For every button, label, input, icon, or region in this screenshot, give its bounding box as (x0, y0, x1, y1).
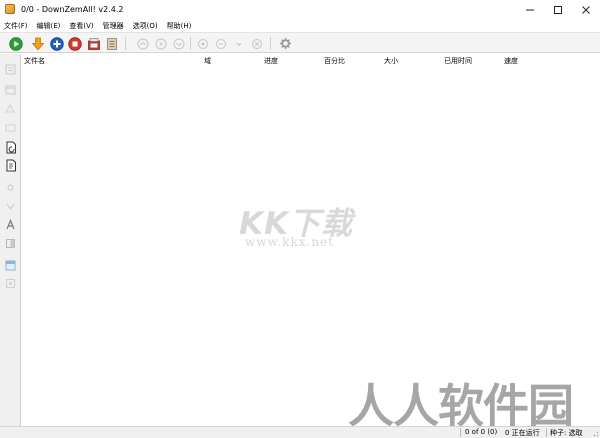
stop-button[interactable] (67, 36, 82, 51)
minimize-button[interactable] (516, 0, 544, 19)
open-file-icon (5, 85, 16, 95)
add-button[interactable] (49, 36, 64, 51)
sidebar-redownload-button[interactable] (3, 140, 18, 155)
status-divider (546, 428, 547, 437)
status-bar: 0 of 0 (0) 0 正在运行 种子: 选取 (0, 426, 600, 438)
priority-down-button[interactable] (231, 36, 246, 51)
left-sidebar (0, 54, 21, 426)
close-icon (582, 5, 590, 14)
queue-button[interactable] (86, 36, 101, 51)
download-arrow-icon (31, 37, 44, 50)
column-elapsed-time[interactable]: 已用时间 (444, 56, 472, 66)
move-up-button[interactable] (153, 36, 168, 51)
minimize-icon (526, 9, 534, 10)
clipboard-button[interactable] (104, 36, 119, 51)
status-divider (460, 428, 461, 437)
toolbar-separator (125, 37, 126, 50)
toolbar-separator (270, 37, 271, 50)
menu-help[interactable]: 帮助(H) (167, 21, 192, 31)
move-down-button[interactable] (171, 36, 186, 51)
remove-icon (251, 38, 262, 49)
column-progress[interactable]: 进度 (264, 56, 278, 66)
priority-up-button[interactable] (213, 36, 228, 51)
watermark-logo: KK下载 (239, 206, 354, 242)
title-bar: 0/0 - DownZemAll! v2.4.2 (0, 0, 600, 19)
settings-gear-icon (279, 37, 292, 50)
toolbar (0, 32, 600, 53)
download-button[interactable] (30, 36, 45, 51)
column-filename[interactable]: 文件名 (24, 56, 45, 66)
priority-up-icon (215, 38, 226, 49)
resume-icon (8, 36, 23, 51)
maximize-icon (554, 5, 562, 14)
resize-grip-icon[interactable] (591, 429, 599, 437)
menu-view[interactable]: 查看(V) (69, 21, 93, 31)
image-icon (5, 260, 16, 271)
move-up-icon (155, 38, 166, 49)
copy-icon (6, 239, 15, 248)
sidebar-folder-button[interactable] (3, 101, 18, 116)
watermark-overlay: KK下载 www.kkx.net 人人软件园 (21, 54, 600, 433)
move-bottom-button[interactable] (195, 36, 210, 51)
menu-options[interactable]: 选项(O) (133, 21, 158, 31)
stop-icon (67, 36, 82, 51)
column-speed[interactable]: 速度 (504, 56, 518, 66)
move-top-icon (137, 38, 148, 49)
sidebar-properties-button[interactable] (3, 276, 18, 291)
menu-file[interactable]: 文件(F) (4, 21, 28, 31)
status-running: 0 正在运行 (505, 429, 540, 437)
download-list[interactable]: 文件名 域 进度 百分比 大小 已用时间 速度 KK下载 www.kkx.net… (21, 54, 600, 433)
move-top-button[interactable] (135, 36, 150, 51)
list-header: 文件名 域 进度 百分比 大小 已用时间 速度 (21, 54, 600, 67)
font-icon (6, 219, 15, 230)
sidebar-image-button[interactable] (3, 258, 18, 273)
blank-icon (5, 124, 16, 132)
toolbar-separator (190, 37, 191, 50)
add-icon (49, 36, 64, 51)
properties-icon (6, 279, 15, 288)
redownload-file-icon (6, 141, 16, 154)
priority-down-icon (236, 42, 241, 46)
move-bottom-icon (197, 38, 208, 49)
column-size[interactable]: 大小 (384, 56, 398, 66)
queue-icon (87, 37, 100, 50)
menu-bar: 文件(F) 编辑(E) 查看(V) 管理器 选项(O) 帮助(H) (0, 19, 600, 32)
window-controls (516, 0, 600, 19)
column-percent[interactable]: 百分比 (324, 56, 345, 66)
clipboard-icon (106, 37, 117, 50)
status-torrent: 种子: 选取 (550, 429, 583, 437)
menu-manager[interactable]: 管理器 (103, 21, 124, 31)
menu-edit[interactable]: 编辑(E) (37, 21, 61, 31)
folder-icon (5, 103, 15, 113)
link-icon (7, 184, 14, 191)
sidebar-open-file-button[interactable] (3, 82, 18, 97)
settings-button[interactable] (278, 36, 293, 51)
column-domain[interactable]: 域 (204, 56, 211, 66)
sidebar-filter-button[interactable] (3, 199, 18, 214)
status-counts: 0 of 0 (0) (465, 428, 498, 436)
close-button[interactable] (572, 0, 600, 19)
sidebar-link-button[interactable] (3, 180, 18, 195)
window-title: 0/0 - DownZemAll! v2.4.2 (21, 5, 124, 14)
filter-icon (6, 203, 15, 210)
maximize-button[interactable] (544, 0, 572, 19)
rename-file-icon (6, 159, 16, 172)
app-icon (4, 3, 16, 16)
sidebar-font-button[interactable] (3, 217, 18, 232)
sidebar-copy-button[interactable] (3, 236, 18, 251)
remove-button[interactable] (249, 36, 264, 51)
watermark-url: www.kkx.net (245, 235, 334, 249)
move-down-icon (173, 38, 184, 49)
sidebar-rename-button[interactable] (3, 158, 18, 173)
sidebar-blank-button[interactable] (3, 120, 18, 135)
resume-button[interactable] (8, 36, 23, 51)
sidebar-info-button[interactable] (3, 62, 18, 77)
info-icon (5, 64, 16, 75)
